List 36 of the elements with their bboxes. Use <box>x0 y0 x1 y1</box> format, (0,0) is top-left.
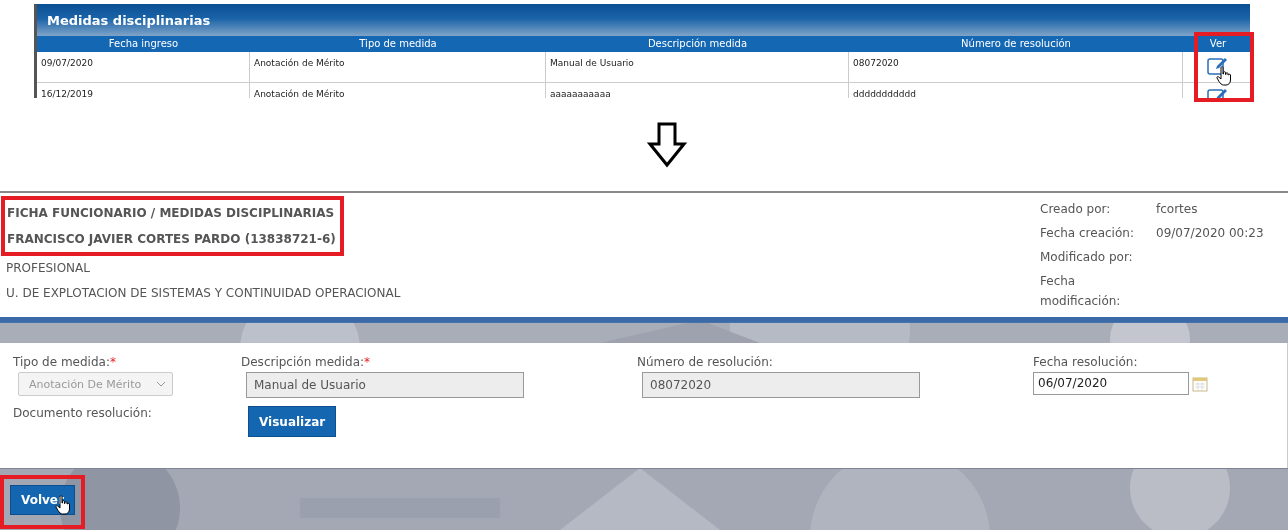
back-button[interactable]: Volver <box>10 485 75 515</box>
table-cell: 08072020 <box>849 52 1183 82</box>
meta-label: Creado por: <box>1040 201 1112 218</box>
unit-text: U. DE EXPLOTACION DE SISTEMAS Y CONTINUIDAD OPERACIONAL <box>5 285 401 302</box>
field-label: Número de resolución: <box>637 355 774 369</box>
caret-icon <box>156 381 166 387</box>
table-cell: 09/07/2020 <box>37 52 250 82</box>
column-header: Fecha ingreso <box>107 37 180 51</box>
hand-cursor-icon <box>1216 66 1232 86</box>
column-header: Tipo de medida <box>358 37 438 51</box>
table-cell: 16/12/2019 <box>37 83 250 98</box>
meta-label: Modificado por: <box>1040 249 1134 266</box>
column-header: Número de resolución <box>960 37 1072 51</box>
field-label: Documento resolución: <box>13 406 153 420</box>
field-label: Tipo de medida:* <box>13 355 117 369</box>
highlight-frame <box>1194 32 1254 102</box>
column-header: Descripción medida <box>646 37 749 51</box>
down-arrow-icon <box>646 121 687 168</box>
field-label: Fecha resolución: <box>1033 355 1139 369</box>
field-label: Descripción medida:* <box>241 355 372 369</box>
panel-title: Medidas disciplinarias <box>47 12 211 28</box>
table-cell: aaaaaaaaaaa <box>546 83 849 98</box>
meta-label: Fecha modificación: <box>1040 273 1122 310</box>
table-cell: Anotación de Mérito <box>250 83 546 98</box>
meta-label: Fecha creación: <box>1040 225 1135 242</box>
meta-value: 09/07/2020 00:23 <box>1156 226 1264 240</box>
view-button[interactable]: Visualizar <box>248 406 337 437</box>
meta-value: fcortes <box>1156 202 1198 216</box>
position-text: PROFESIONAL <box>5 260 91 277</box>
employee-name: FRANCISCO JAVIER CORTES PARDO (13838721-6) <box>7 231 336 248</box>
date-field[interactable]: 06/07/2020 <box>1033 372 1189 395</box>
table-cell: Anotación de Mérito <box>250 52 546 82</box>
table-cell: Manual de Usuario <box>546 52 849 82</box>
table-cell: ddddddddddd <box>849 83 1183 98</box>
column-header: Ver <box>1208 37 1228 51</box>
breadcrumb: FICHA FUNCIONARIO / MEDIDAS DISCIPLINARIAS <box>7 205 336 222</box>
